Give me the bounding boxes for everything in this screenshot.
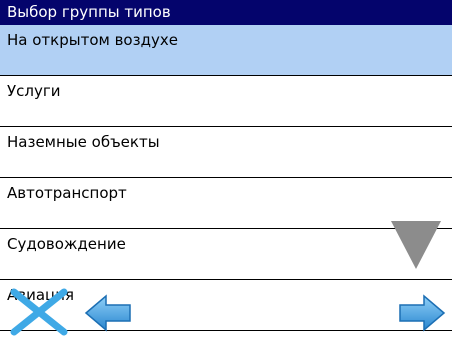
close-icon[interactable] — [8, 288, 70, 336]
list-item[interactable]: Услуги — [0, 76, 452, 127]
list-item-label: Судовождение — [7, 235, 126, 253]
list-item-label: На открытом воздухе — [7, 31, 178, 49]
list-item[interactable]: Судовождение — [0, 229, 452, 280]
scroll-down-icon[interactable] — [390, 220, 442, 270]
list-item[interactable]: Наземные объекты — [0, 127, 452, 178]
arrow-left-icon[interactable] — [84, 294, 132, 332]
list-item[interactable]: На открытом воздухе — [0, 25, 452, 76]
window-title: Выбор группы типов — [0, 0, 452, 25]
list-item-label: Услуги — [7, 82, 61, 100]
arrow-right-icon[interactable] — [398, 294, 446, 332]
list-item[interactable]: Автотранспорт — [0, 178, 452, 229]
list-item-label: Наземные объекты — [7, 133, 160, 151]
list-item-label: Автотранспорт — [7, 184, 127, 202]
